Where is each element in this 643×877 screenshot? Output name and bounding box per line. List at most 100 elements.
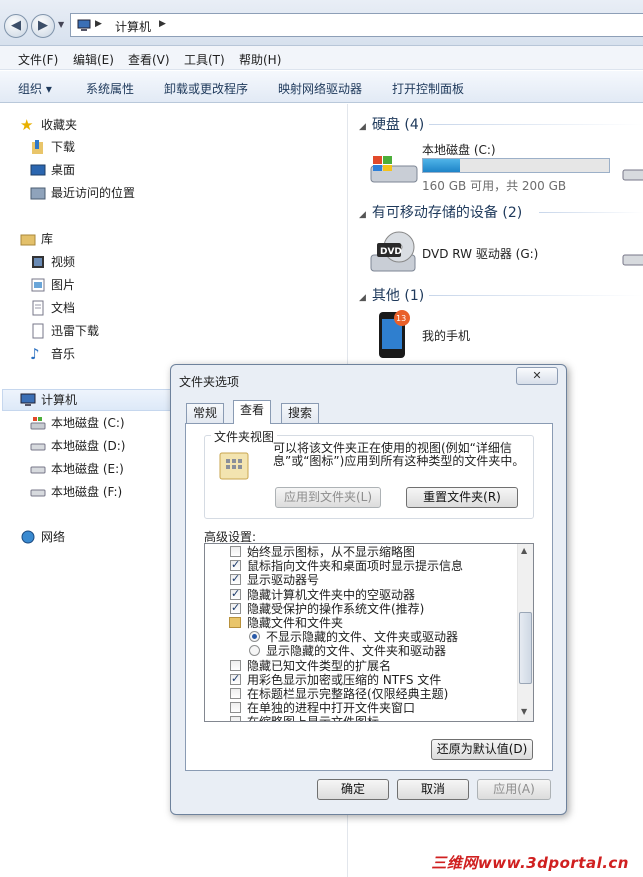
drive-c-usage-fill: [423, 159, 461, 172]
nav-documents-label: 文档: [51, 301, 76, 315]
tab-view[interactable]: 查看: [233, 400, 272, 424]
apply-to-folders-button[interactable]: 应用到文件夹(L): [275, 487, 381, 508]
collapse-triangle-icon: ◢: [359, 210, 366, 220]
nav-drive-e-label: 本地磁盘 (E:): [51, 462, 124, 476]
open-control-panel-button[interactable]: 打开控制面板: [392, 80, 464, 97]
view-tab-panel: 文件夹视图 可以将该文件夹正在使用的视图(例如“详细信息”或“图标”)应用到所有…: [185, 423, 553, 771]
scroll-down-icon[interactable]: ▼: [521, 707, 527, 716]
breadcrumb-arrow-icon[interactable]: ▶: [95, 19, 102, 29]
radio-button[interactable]: [249, 631, 260, 643]
cancel-button[interactable]: 取消: [397, 779, 469, 800]
breadcrumb-arrow-icon[interactable]: ▶: [159, 19, 166, 29]
document-icon: [32, 323, 44, 339]
folder-views-label: 文件夹视图: [211, 428, 278, 445]
setting-label: 不显示隐藏的文件、文件夹或驱动器: [266, 630, 459, 645]
organize-label: 组织: [18, 82, 43, 96]
reset-folders-button[interactable]: 重置文件夹(R): [406, 487, 518, 508]
restore-defaults-button[interactable]: 还原为默认值(D): [431, 739, 533, 760]
folder-views-group: 文件夹视图 可以将该文件夹正在使用的视图(例如“详细信息”或“图标”)应用到所有…: [204, 428, 534, 519]
hard-drive-icon: [30, 489, 46, 497]
tab-general[interactable]: 常规: [186, 403, 225, 423]
ok-button[interactable]: 确定: [317, 779, 389, 800]
group-divider: [539, 212, 643, 213]
setting-label: 用彩色显示加密或压缩的 NTFS 文件: [247, 672, 442, 687]
hard-drive-icon: [622, 254, 643, 266]
system-properties-button[interactable]: 系统属性: [86, 80, 134, 97]
nav-drive-c-label: 本地磁盘 (C:): [51, 416, 125, 430]
nav-desktop-label: 桌面: [51, 163, 76, 177]
map-network-drive-button[interactable]: 映射网络驱动器: [278, 80, 362, 97]
checkbox[interactable]: [230, 672, 241, 686]
group-hard-disks[interactable]: ◢ 硬盘 (4): [359, 114, 424, 134]
settings-scrollbar[interactable]: ▲ ▼: [517, 544, 533, 721]
checkbox[interactable]: [230, 702, 241, 714]
nav-library-label: 库: [41, 232, 54, 246]
setting-label: 鼠标指向文件夹和桌面项时显示提示信息: [247, 559, 464, 574]
group-divider: [429, 295, 643, 296]
checkbox[interactable]: [230, 572, 241, 586]
setting-label: 显示驱动器号: [247, 573, 320, 588]
phone-icon: 13: [379, 310, 410, 358]
back-button[interactable]: ◀: [4, 14, 28, 38]
windows-drive-icon: [370, 156, 418, 183]
collapse-triangle-icon: ◢: [359, 122, 366, 132]
library-icon: [20, 234, 36, 246]
menu-tools[interactable]: 工具(T): [184, 51, 225, 68]
scroll-up-icon[interactable]: ▲: [521, 546, 527, 555]
menu-view[interactable]: 查看(V): [128, 51, 170, 68]
folder-options-dialog: 文件夹选项 ✕ 常规 查看 搜索 文件夹视图 可以将该文件夹正在使用的视图(例如…: [170, 364, 567, 815]
group-removable[interactable]: ◢ 有可移动存储的设备 (2): [359, 202, 522, 222]
folder-icon: [229, 617, 241, 628]
nav-computer-label: 计算机: [41, 393, 78, 407]
advanced-settings-list[interactable]: 在缩略图上显示文件图标在单独的进程中打开文件夹窗口在标题栏显示完整路径(仅限经典…: [204, 543, 534, 722]
computer-icon: [20, 393, 36, 406]
checkbox[interactable]: [230, 558, 241, 572]
nav-network-label: 网络: [41, 530, 66, 544]
tab-search[interactable]: 搜索: [281, 403, 320, 423]
menu-edit[interactable]: 编辑(E): [73, 51, 114, 68]
command-bar: 组织 ▾ 系统属性 卸载或更改程序 映射网络驱动器 打开控制面板: [0, 71, 643, 103]
checkbox[interactable]: [230, 546, 241, 557]
hard-drive-icon: [30, 466, 46, 474]
checkbox[interactable]: [230, 716, 241, 721]
folder-view-icon: [219, 452, 249, 480]
nav-videos-label: 视频: [51, 255, 76, 269]
dvd-logo-text: DVD: [380, 247, 402, 257]
checkbox[interactable]: [230, 688, 241, 699]
drive-c-name[interactable]: 本地磁盘 (C:): [422, 141, 496, 158]
group-other-label: 其他 (1): [371, 288, 425, 304]
setting-label: 隐藏已知文件类型的扩展名: [247, 658, 392, 673]
menu-help[interactable]: 帮助(H): [239, 51, 281, 68]
dvd-drive-name[interactable]: DVD RW 驱动器 (G:): [422, 245, 538, 262]
radio-button[interactable]: [249, 645, 260, 657]
setting-label: 在标题栏显示完整路径(仅限经典主题): [247, 687, 449, 701]
organize-button[interactable]: 组织 ▾: [18, 80, 52, 97]
nav-recent-label: 最近访问的位置: [51, 186, 136, 200]
setting-label: 显示隐藏的文件、文件夹和驱动器: [266, 644, 447, 659]
phone-name[interactable]: 我的手机: [422, 327, 470, 344]
recent-pages-icon[interactable]: ▼: [58, 20, 64, 29]
group-other[interactable]: ◢ 其他 (1): [359, 285, 424, 305]
close-button[interactable]: ✕: [516, 367, 558, 385]
menu-file[interactable]: 文件(F): [18, 51, 58, 68]
scroll-thumb[interactable]: [519, 612, 532, 684]
checkbox[interactable]: [230, 601, 241, 615]
checkbox[interactable]: [230, 587, 241, 601]
setting-label: 隐藏文件和文件夹: [247, 616, 344, 630]
address-bar-area: ◀ ▶ ▼ ▶ 计算机 ▶: [0, 0, 643, 46]
breadcrumb-computer[interactable]: 计算机: [115, 18, 151, 35]
forward-button[interactable]: ▶: [31, 14, 55, 38]
video-icon: [32, 256, 44, 268]
apply-button[interactable]: 应用(A): [477, 779, 551, 800]
recent-places-icon: [30, 187, 46, 200]
hard-drive-icon: [622, 169, 643, 181]
document-icon: [32, 300, 44, 316]
uninstall-program-button[interactable]: 卸载或更改程序: [164, 80, 248, 97]
nav-drive-f-label: 本地磁盘 (F:): [51, 485, 123, 499]
music-icon: ♪: [30, 345, 40, 363]
checkbox[interactable]: [230, 659, 241, 671]
drive-c-usage-bar: [422, 158, 610, 173]
star-icon: ★: [20, 116, 34, 134]
address-box[interactable]: ▶ 计算机 ▶: [70, 13, 643, 37]
collapse-triangle-icon: ◢: [359, 293, 366, 303]
